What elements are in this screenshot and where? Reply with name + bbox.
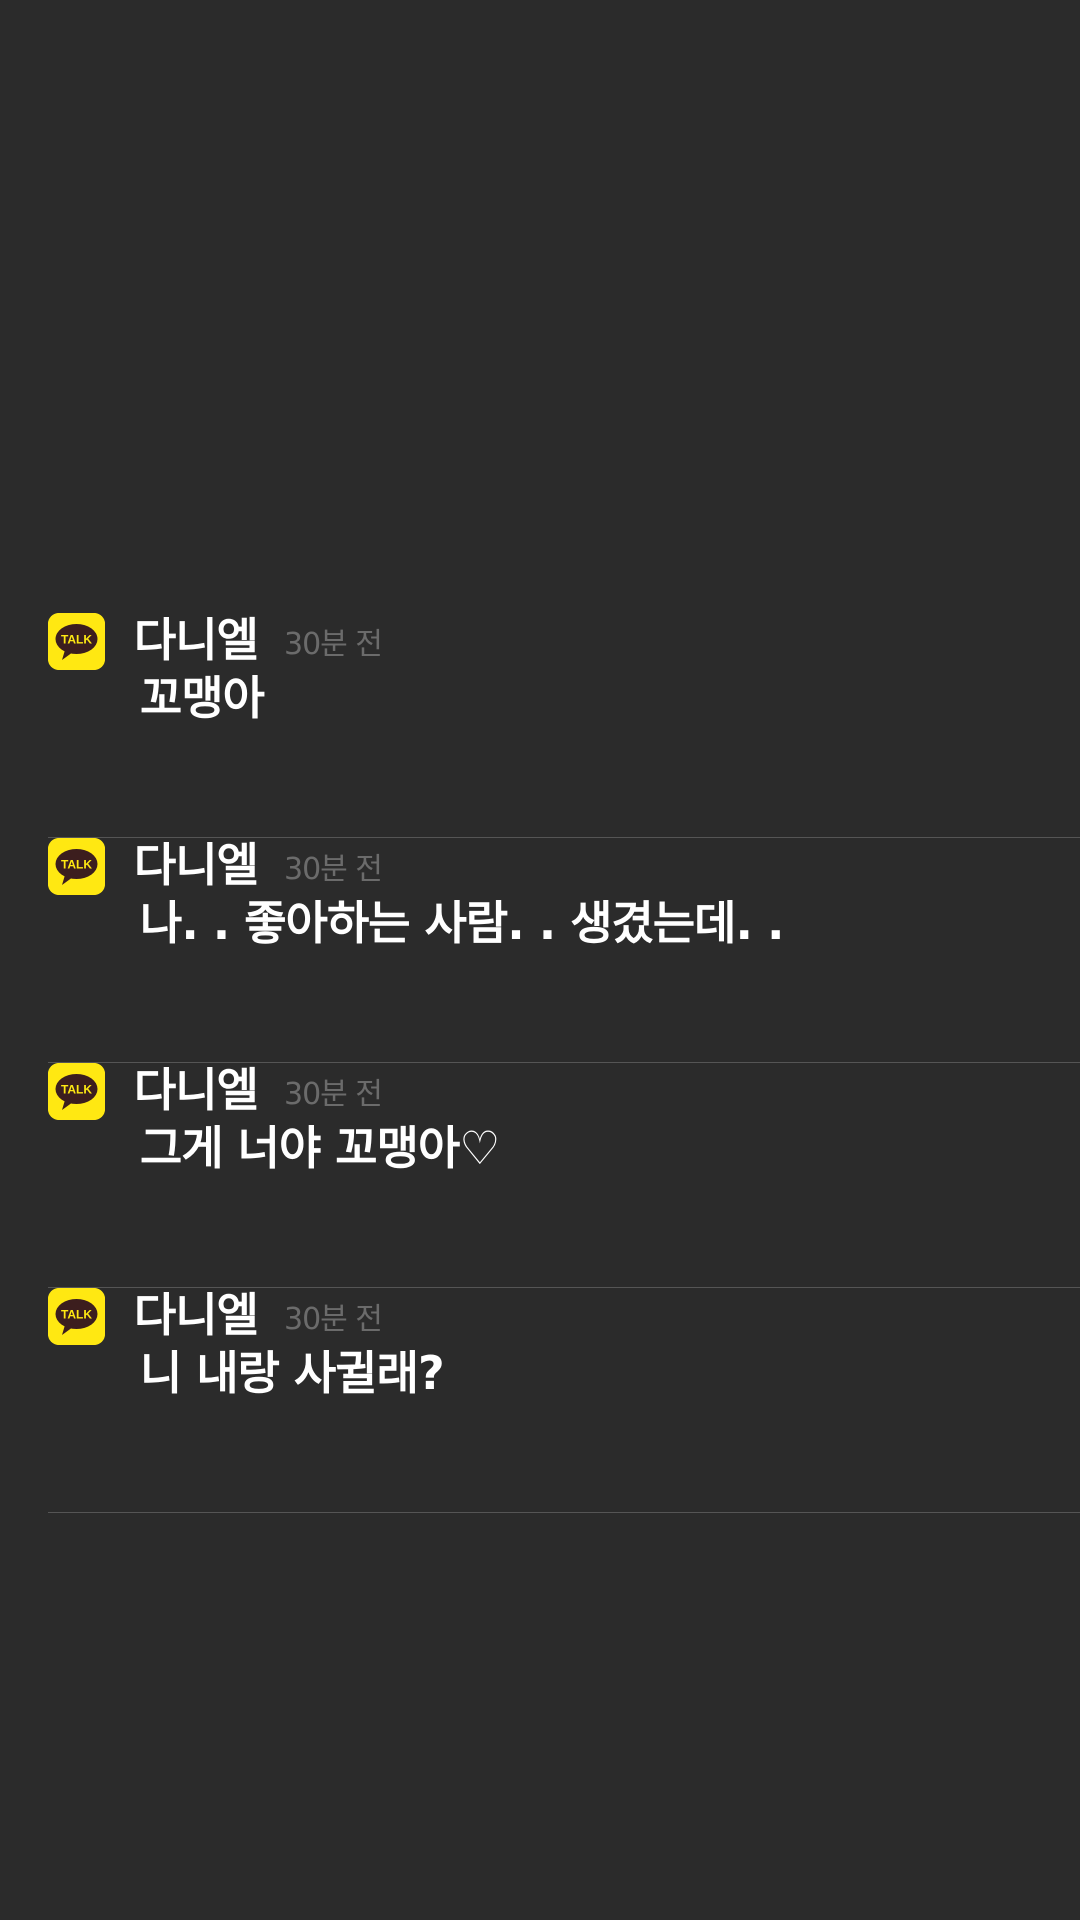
timestamp: 30분 전 (284, 1302, 383, 1337)
timestamp: 30분 전 (284, 1077, 383, 1112)
notification-item[interactable]: TALK 다니엘 30분 전 그게 너야 꼬맹아♡ (0, 1063, 1080, 1288)
timestamp: 30분 전 (284, 627, 383, 662)
message-text: 그게 너야 꼬맹아♡ (140, 1121, 501, 1175)
notification-item[interactable]: TALK 다니엘 30분 전 꼬맹아 (0, 613, 1080, 838)
message-text: 나. . 좋아하는 사람. . 생겼는데. . (140, 896, 784, 950)
timestamp: 30분 전 (284, 852, 383, 887)
notification-item[interactable]: TALK 다니엘 30분 전 나. . 좋아하는 사람. . 생겼는데. . (0, 838, 1080, 1063)
divider (48, 1512, 1080, 1513)
sender-name: 다니엘 (134, 613, 259, 667)
lock-screen: TALK 다니엘 30분 전 꼬맹아 TALK 다니엘 30분 전 나. . 좋… (0, 0, 1080, 1920)
message-text: 니 내랑 사귈래? (140, 1346, 445, 1400)
talk-text: TALK (61, 633, 92, 647)
kakaotalk-icon: TALK (48, 613, 105, 670)
kakaotalk-icon: TALK (48, 1288, 105, 1345)
sender-name: 다니엘 (134, 1063, 259, 1117)
kakaotalk-icon: TALK (48, 838, 105, 895)
talk-text: TALK (61, 858, 92, 872)
notification-item[interactable]: TALK 다니엘 30분 전 니 내랑 사귈래? (0, 1288, 1080, 1513)
sender-name: 다니엘 (134, 838, 259, 892)
kakaotalk-icon: TALK (48, 1063, 105, 1120)
message-text: 꼬맹아 (140, 671, 265, 725)
sender-name: 다니엘 (134, 1288, 259, 1342)
talk-text: TALK (61, 1308, 92, 1322)
talk-text: TALK (61, 1083, 92, 1097)
